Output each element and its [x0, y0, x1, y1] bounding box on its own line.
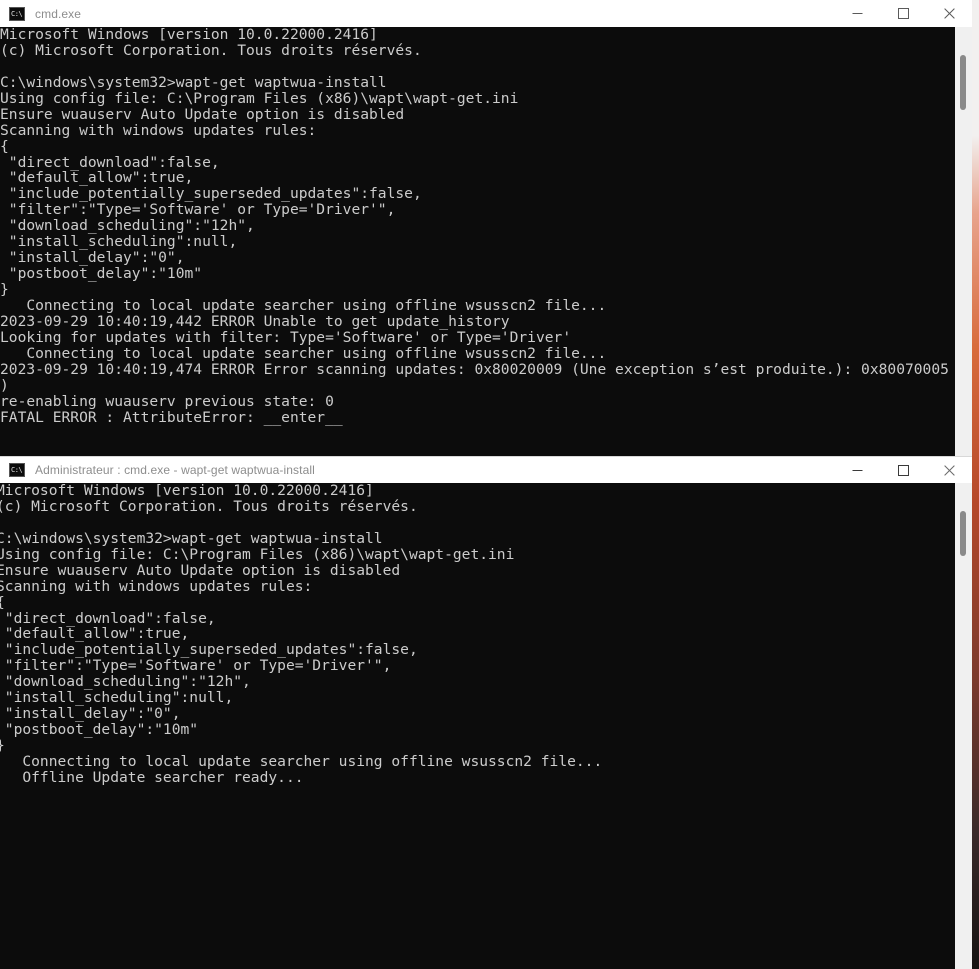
- cmd-window-title: cmd.exe: [35, 6, 82, 21]
- cmd-console-text: Microsoft Windows [version 10.0.22000.24…: [0, 27, 955, 425]
- console-line: {: [0, 594, 602, 611]
- cmd-console-output-area[interactable]: Microsoft Windows [version 10.0.22000.24…: [0, 27, 955, 456]
- console-line: Scanning with windows updates rules:: [0, 577, 313, 595]
- console-line: "download_scheduling":"12h",: [0, 217, 255, 235]
- console-line: C:\windows\system32>wapt-get waptwua-ins…: [0, 73, 387, 91]
- console-line: "default_allow":true,: [0, 169, 194, 187]
- admin-console-output-area[interactable]: Microsoft Windows [version 10.0.22000.24…: [0, 483, 955, 969]
- minimize-icon: [852, 470, 862, 471]
- console-line: "download_scheduling":"12h",: [0, 673, 251, 691]
- console-line: "include_potentially_superseded_updates"…: [0, 185, 422, 203]
- cmd-vertical-scrollbar[interactable]: [955, 27, 972, 456]
- close-icon: [943, 465, 955, 476]
- maximize-button[interactable]: [880, 457, 926, 484]
- maximize-icon: [897, 465, 909, 476]
- console-line: "postboot_delay":"10m": [0, 721, 199, 739]
- console-line: }: [0, 738, 602, 754]
- console-line: "filter":"Type='Software' or Type='Drive…: [0, 657, 392, 675]
- close-icon: [943, 8, 955, 19]
- maximize-icon: [897, 8, 909, 19]
- console-line: "postboot_delay":"10m": [0, 265, 203, 283]
- cmd-scrollbar-thumb[interactable]: [960, 55, 966, 110]
- cmd-window-caption-buttons: [834, 0, 972, 27]
- console-line: Microsoft Windows [version 10.0.22000.24…: [0, 27, 378, 43]
- console-line: (c) Microsoft Corporation. Tous droits r…: [0, 497, 418, 515]
- close-button[interactable]: [926, 0, 972, 27]
- console-icon: [9, 6, 25, 21]
- minimize-button[interactable]: [834, 457, 880, 484]
- console-line: ): [0, 376, 9, 394]
- close-button[interactable]: [926, 457, 972, 484]
- console-line: re-enabling wuauserv previous state: 0: [0, 392, 334, 410]
- console-line: "default_allow":true,: [0, 625, 190, 643]
- console-line: "direct_download":false,: [0, 153, 220, 171]
- console-line: C:\windows\system32>wapt-get waptwua-ins…: [0, 529, 383, 547]
- console-line: FATAL ERROR : AttributeError: __enter__: [0, 408, 343, 426]
- console-line: "install_delay":"0",: [0, 705, 181, 723]
- console-line: "install_scheduling":null,: [0, 689, 234, 707]
- console-line: Connecting to local update searcher usin…: [0, 296, 607, 314]
- console-line: Ensure wuauserv Auto Update option is di…: [0, 105, 405, 123]
- admin-console-text: Microsoft Windows [version 10.0.22000.24…: [0, 483, 602, 786]
- minimize-button[interactable]: [834, 0, 880, 27]
- console-line: Using config file: C:\Program Files (x86…: [0, 89, 519, 107]
- admin-scrollbar-thumb[interactable]: [960, 511, 966, 556]
- minimize-icon: [852, 13, 862, 14]
- console-line: {: [0, 137, 9, 155]
- console-line: "filter":"Type='Software' or Type='Drive…: [0, 201, 396, 219]
- console-line: Scanning with windows updates rules:: [0, 121, 317, 139]
- console-line: Connecting to local update searcher usin…: [0, 752, 603, 770]
- console-line: Using config file: C:\Program Files (x86…: [0, 545, 515, 563]
- console-icon: [9, 463, 25, 477]
- admin-vertical-scrollbar[interactable]: [955, 483, 972, 969]
- cmd-window-titlebar[interactable]: cmd.exe: [0, 0, 972, 27]
- admin-cmd-window-title: Administrateur : cmd.exe - wapt-get wapt…: [35, 463, 315, 477]
- console-line: (c) Microsoft Corporation. Tous droits r…: [0, 41, 422, 59]
- console-line: Microsoft Windows [version 10.0.22000.24…: [0, 483, 374, 499]
- admin-cmd-window-titlebar[interactable]: Administrateur : cmd.exe - wapt-get wapt…: [0, 456, 972, 483]
- console-line: "direct_download":false,: [0, 609, 216, 627]
- console-line: 2023-09-29 10:40:19,474 ERROR Error scan…: [0, 360, 949, 378]
- console-line: Ensure wuauserv Auto Update option is di…: [0, 561, 401, 579]
- console-line: 2023-09-29 10:40:19,442 ERROR Unable to …: [0, 312, 510, 330]
- console-line: }: [0, 281, 9, 298]
- maximize-button[interactable]: [880, 0, 926, 27]
- cmd-window[interactable]: cmd.exe Microsoft Windows [version 10.: [0, 0, 972, 456]
- console-line: "install_scheduling":null,: [0, 233, 238, 251]
- console-line: "install_delay":"0",: [0, 249, 185, 267]
- console-line: "include_potentially_superseded_updates"…: [0, 641, 418, 659]
- console-line: Connecting to local update searcher usin…: [0, 344, 607, 362]
- console-line: Looking for updates with filter: Type='S…: [0, 328, 572, 346]
- console-line: Offline Update searcher ready...: [0, 768, 304, 786]
- admin-cmd-window[interactable]: Administrateur : cmd.exe - wapt-get wapt…: [0, 456, 972, 969]
- admin-cmd-window-caption-buttons: [834, 457, 972, 484]
